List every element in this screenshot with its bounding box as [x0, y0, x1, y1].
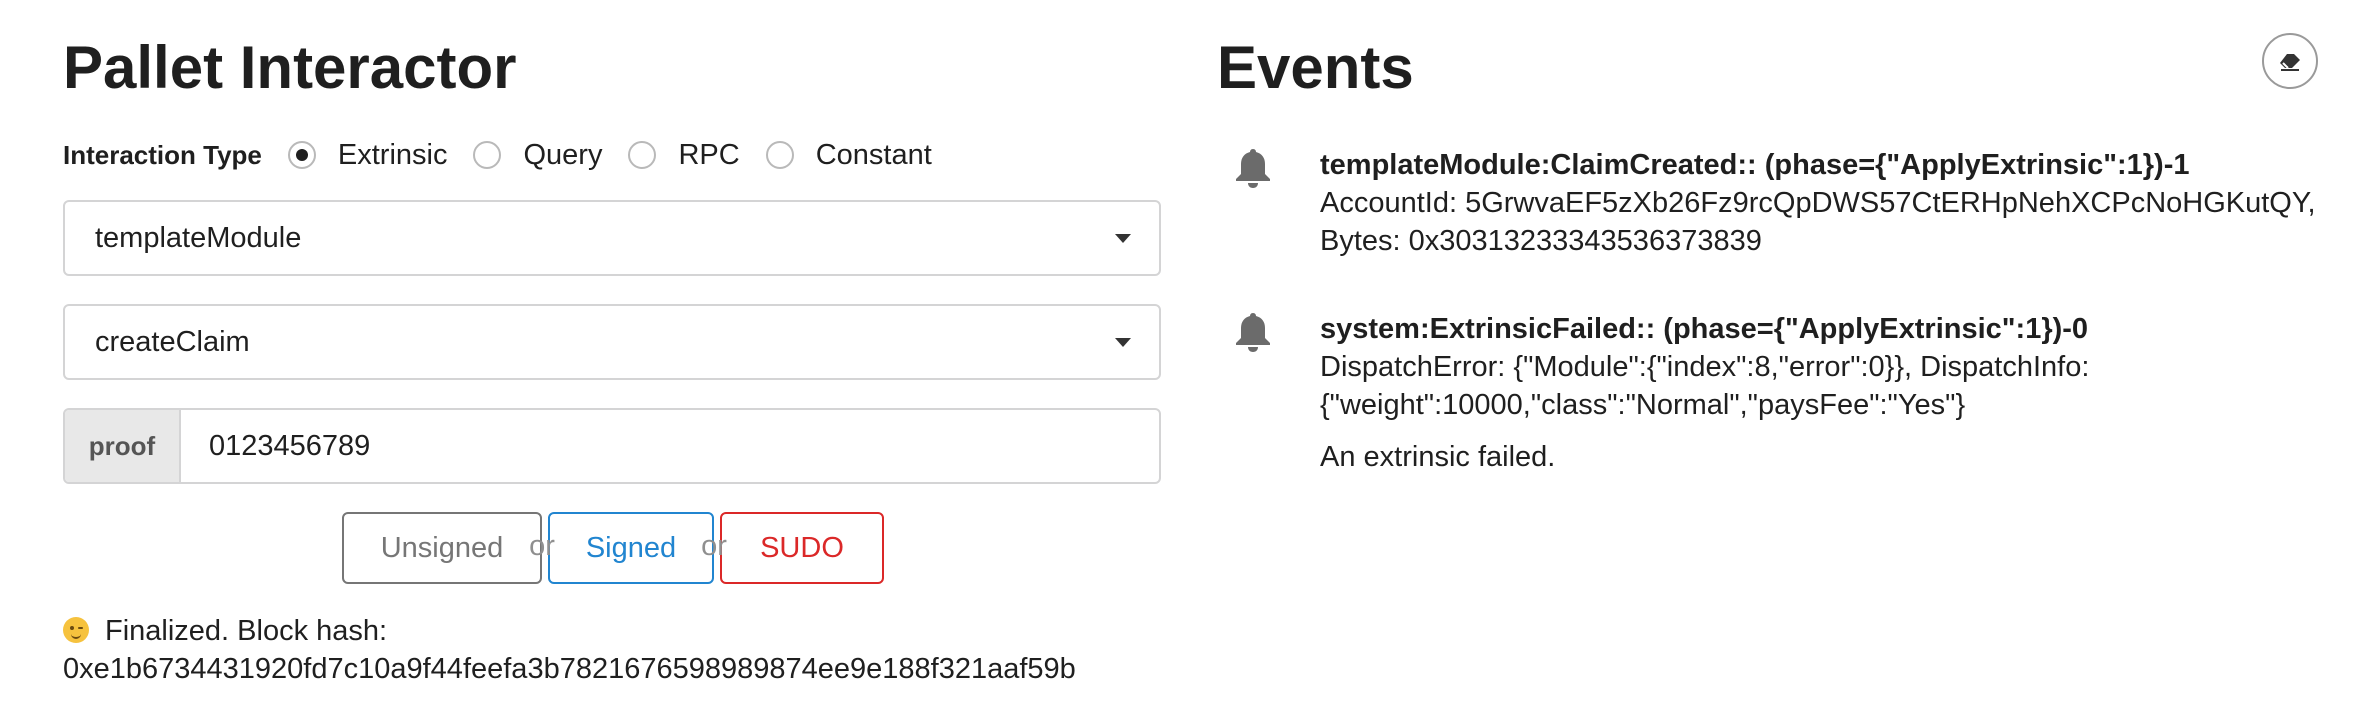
chevron-down-icon: [1115, 233, 1131, 243]
clear-events-button[interactable]: [2262, 33, 2318, 89]
radio-constant-label[interactable]: Constant: [816, 139, 932, 172]
event-title: system:ExtrinsicFailed:: (phase={"ApplyE…: [1320, 313, 2089, 345]
radio-query-circle[interactable]: [473, 141, 502, 169]
radio-rpc-circle[interactable]: [628, 141, 657, 169]
radio-rpc-label[interactable]: RPC: [678, 139, 739, 172]
radio-query-label[interactable]: Query: [523, 139, 602, 172]
or-label: or: [701, 530, 727, 562]
event-doc: An extrinsic failed.: [1320, 441, 1556, 473]
event-content: system:ExtrinsicFailed:: (phase={"ApplyE…: [1320, 310, 2340, 476]
bell-icon: [1236, 149, 1270, 188]
event-content: templateModule:ClaimCreated:: (phase={"A…: [1320, 146, 2340, 260]
proof-label: proof: [65, 410, 181, 482]
chevron-down-icon: [1115, 337, 1131, 347]
pallet-interactor-title: Pallet Interactor: [63, 34, 517, 101]
tx-status: Finalized. Block hash: 0xe1b6734431920fd…: [63, 612, 1173, 688]
page: Pallet Interactor Interaction Type Extri…: [0, 0, 2356, 714]
radio-query[interactable]: Query: [473, 139, 602, 172]
event-detail: DispatchError: {"Module":{"index":8,"err…: [1320, 351, 2090, 421]
sudo-button[interactable]: SUDO: [720, 512, 884, 584]
proof-param-field: proof: [63, 408, 1161, 484]
radio-extrinsic-label[interactable]: Extrinsic: [338, 139, 448, 172]
event-title: templateModule:ClaimCreated:: (phase={"A…: [1320, 149, 2190, 181]
radio-rpc[interactable]: RPC: [628, 139, 740, 172]
callable-dropdown-value: createClaim: [95, 325, 250, 358]
signed-button[interactable]: Signed: [548, 512, 714, 584]
eraser-icon: [2280, 54, 2300, 71]
block-hash: 0xe1b6734431920fd7c10a9f44feefa3b7821676…: [63, 653, 1076, 685]
bell-icon: [1236, 313, 1270, 352]
tx-button-group: Unsigned or Signed or SUDO: [342, 512, 884, 584]
event-detail: AccountId: 5GrwvaEF5zXb26Fz9rcQpDWS57CtE…: [1320, 187, 2316, 257]
radio-constant[interactable]: Constant: [765, 139, 932, 172]
interaction-type-label: Interaction Type: [63, 139, 262, 170]
radio-extrinsic[interactable]: Extrinsic: [287, 139, 448, 172]
events-title: Events: [1217, 34, 1414, 101]
or-label: or: [529, 530, 555, 562]
pallet-dropdown-value: templateModule: [95, 221, 302, 254]
status-text: Finalized. Block hash:: [105, 615, 388, 647]
radio-selected-dot: [295, 149, 308, 161]
callable-dropdown[interactable]: createClaim: [63, 304, 1161, 380]
radio-constant-circle[interactable]: [765, 141, 794, 169]
radio-extrinsic-circle[interactable]: [287, 141, 316, 169]
pallet-dropdown[interactable]: templateModule: [63, 200, 1161, 276]
unsigned-button[interactable]: Unsigned: [342, 512, 542, 584]
interaction-type-row: Interaction Type Extrinsic Query RPC Con…: [63, 135, 958, 175]
proof-input[interactable]: [181, 410, 1159, 482]
wink-emoji-icon: [63, 617, 89, 643]
